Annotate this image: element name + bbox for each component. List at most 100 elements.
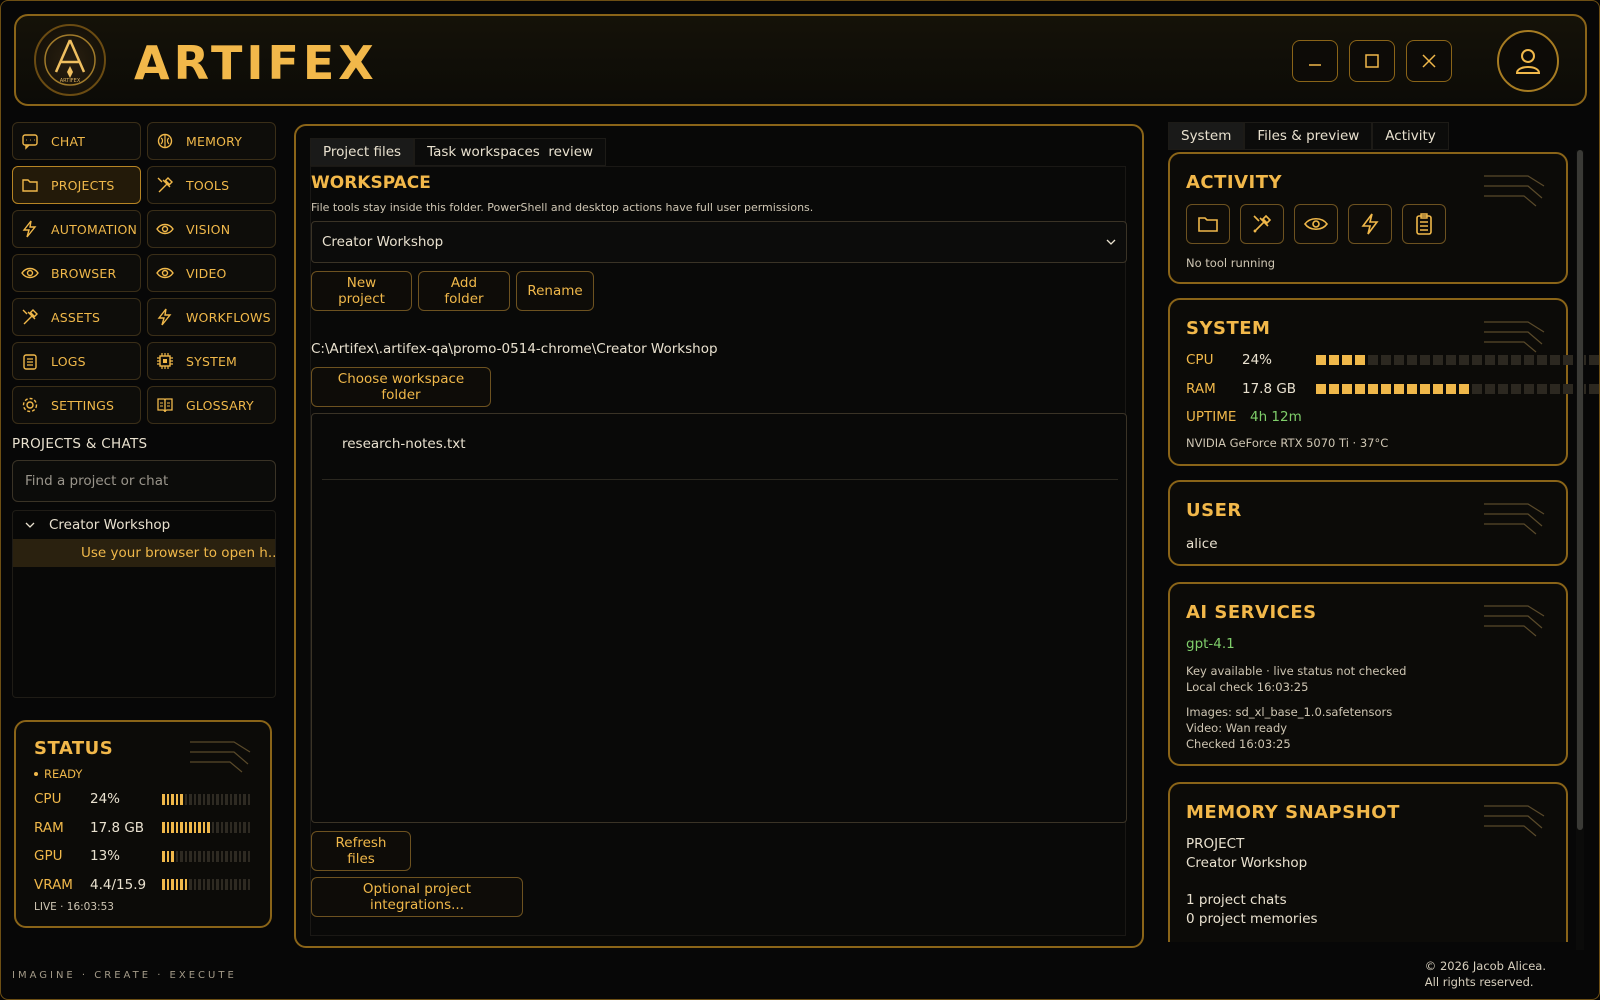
bar-segment bbox=[162, 822, 165, 834]
status-metric-label: VRAM bbox=[34, 876, 73, 893]
workspace-path: C:\Artifex\.artifex-qa\promo-0514-chrome… bbox=[311, 341, 718, 357]
chevron-down-icon[interactable] bbox=[25, 520, 35, 530]
bar-segment bbox=[180, 879, 183, 891]
nav-memory-button[interactable]: MEMORY bbox=[147, 122, 276, 160]
bar-segment bbox=[1550, 355, 1560, 365]
tab-activity[interactable]: Activity bbox=[1372, 122, 1449, 150]
maximize-button[interactable] bbox=[1349, 40, 1395, 82]
new-project-button[interactable]: New project bbox=[311, 271, 412, 311]
activity-vision-button[interactable] bbox=[1294, 204, 1338, 244]
system-card: SYSTEM CPU 24% RAM 17.8 GB UPTIME 4h 12m… bbox=[1168, 298, 1599, 466]
chip-icon bbox=[157, 353, 173, 369]
bar-segment bbox=[202, 879, 205, 891]
bar-segment bbox=[198, 850, 201, 862]
activity-files-button[interactable] bbox=[1186, 204, 1230, 244]
bar-segment bbox=[1316, 384, 1326, 394]
bar-segment bbox=[1381, 355, 1391, 365]
bar-segment bbox=[1446, 355, 1456, 365]
bar-segment bbox=[1485, 384, 1495, 394]
nav-workflows-button[interactable]: WORKFLOWS bbox=[147, 298, 276, 336]
status-metric-label: RAM bbox=[34, 819, 64, 836]
nav-system-button[interactable]: SYSTEM bbox=[147, 342, 276, 380]
scrollbar-thumb[interactable] bbox=[1577, 150, 1583, 830]
bar-segment bbox=[175, 879, 178, 891]
rename-button[interactable]: Rename bbox=[516, 271, 594, 311]
nav-logs-button[interactable]: LOGS bbox=[12, 342, 141, 380]
bar-segment bbox=[211, 879, 214, 891]
nav-automation-button[interactable]: AUTOMATION bbox=[12, 210, 141, 248]
nav-settings-button[interactable]: SETTINGS bbox=[12, 386, 141, 424]
bar-segment bbox=[1563, 384, 1573, 394]
system-uptime-label: UPTIME bbox=[1186, 409, 1237, 425]
nav-vision-button[interactable]: VISION bbox=[147, 210, 276, 248]
system-title: SYSTEM bbox=[1186, 318, 1271, 339]
activity-logs-button[interactable] bbox=[1402, 204, 1446, 244]
activity-title: ACTIVITY bbox=[1186, 172, 1283, 193]
choose-workspace-folder-button[interactable]: Choose workspace folder bbox=[311, 367, 491, 407]
status-row-vram: VRAM 4.4/15.9 bbox=[34, 871, 252, 900]
nav-label: TOOLS bbox=[186, 177, 230, 193]
bar-segment bbox=[1368, 384, 1378, 394]
nav-browser-button[interactable]: BROWSER bbox=[12, 254, 141, 292]
footer-line-1: © 2026 Jacob Alicea. bbox=[1424, 959, 1546, 973]
bar-segment bbox=[193, 822, 196, 834]
bar-segment bbox=[207, 850, 210, 862]
bar-segment bbox=[166, 879, 169, 891]
nav-tools-button[interactable]: TOOLS bbox=[147, 166, 276, 204]
eye-icon bbox=[156, 223, 174, 235]
tab-task-workspaces[interactable]: Task workspaces review bbox=[414, 138, 607, 166]
tools-icon bbox=[157, 177, 173, 193]
tree-chat-item[interactable]: Use your browser to open h... bbox=[13, 539, 275, 567]
ai-model: gpt-4.1 bbox=[1186, 636, 1235, 652]
bar-segment bbox=[238, 822, 241, 834]
nav-label: SYSTEM bbox=[186, 353, 238, 369]
bar-segment bbox=[166, 850, 169, 862]
bar-segment bbox=[225, 793, 228, 805]
project-select[interactable]: Creator Workshop bbox=[311, 221, 1127, 263]
refresh-files-button[interactable]: Refresh files bbox=[311, 831, 411, 871]
nav-assets-button[interactable]: ASSETS bbox=[12, 298, 141, 336]
brain-icon bbox=[157, 133, 173, 149]
nav-video-button[interactable]: VIDEO bbox=[147, 254, 276, 292]
tab-system[interactable]: System bbox=[1168, 122, 1245, 150]
close-icon bbox=[1422, 54, 1436, 68]
nav-chat-button[interactable]: CHAT bbox=[12, 122, 141, 160]
tab-files-preview[interactable]: Files & preview bbox=[1244, 122, 1373, 150]
memory-chats-count: 1 project chats bbox=[1186, 892, 1287, 908]
bar-segment bbox=[238, 793, 241, 805]
nav-label: PROJECTS bbox=[51, 177, 115, 193]
activity-automation-button[interactable] bbox=[1348, 204, 1392, 244]
activity-tools-button[interactable] bbox=[1240, 204, 1284, 244]
bar-segment bbox=[180, 793, 183, 805]
user-profile-button[interactable] bbox=[1497, 30, 1559, 92]
bar-segment bbox=[225, 879, 228, 891]
add-folder-button[interactable]: Add folder bbox=[418, 271, 510, 311]
ai-services-title: AI SERVICES bbox=[1186, 602, 1317, 623]
tab-project-files[interactable]: Project files bbox=[310, 138, 415, 166]
bar-segment bbox=[171, 822, 174, 834]
project-search-input[interactable] bbox=[12, 460, 276, 502]
workspace-subtitle: File tools stay inside this folder. Powe… bbox=[311, 201, 814, 214]
bar-segment bbox=[247, 879, 250, 891]
memory-snapshot-card: MEMORY SNAPSHOT PROJECT Creator Workshop… bbox=[1168, 782, 1568, 942]
nav-projects-button[interactable]: PROJECTS bbox=[12, 166, 141, 204]
bar-segment bbox=[184, 793, 187, 805]
bar-segment bbox=[175, 793, 178, 805]
app-header: ARTIFEX ARTIFEX bbox=[14, 14, 1587, 106]
bar-segment bbox=[1485, 355, 1495, 365]
bar-segment bbox=[225, 822, 228, 834]
tree-project-node[interactable]: Creator Workshop bbox=[13, 511, 275, 539]
bar-segment bbox=[229, 822, 232, 834]
file-item[interactable]: research-notes.txt bbox=[322, 436, 1118, 480]
minimize-button[interactable] bbox=[1292, 40, 1338, 82]
bar-segment bbox=[189, 879, 192, 891]
ai-key-status: Key available · live status not checked bbox=[1186, 664, 1407, 678]
activity-card: ACTIVITY No tool running bbox=[1168, 152, 1568, 284]
ai-images: Images: sd_xl_base_1.0.safetensors bbox=[1186, 705, 1393, 719]
nav-glossary-button[interactable]: GLOSSARY bbox=[147, 386, 276, 424]
close-button[interactable] bbox=[1406, 40, 1452, 82]
bar-segment bbox=[1459, 355, 1469, 365]
file-list: research-notes.txt bbox=[311, 413, 1127, 823]
project-integrations-button[interactable]: Optional project integrations... bbox=[311, 877, 523, 917]
right-panel-scrollbar[interactable] bbox=[1576, 150, 1584, 950]
